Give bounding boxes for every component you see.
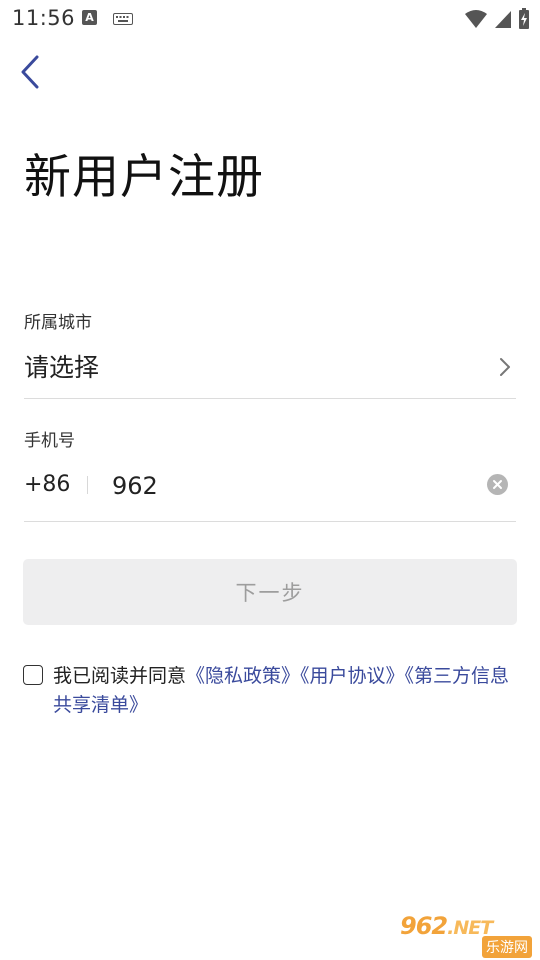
battery-icon [518, 8, 530, 34]
clear-icon [493, 480, 502, 489]
phone-label: 手机号 [24, 431, 75, 451]
next-button[interactable]: 下一步 [23, 559, 517, 625]
signal-icon [494, 9, 512, 33]
agreement-text: 我已阅读并同意《隐私政策》《用户协议》《第三方信息共享清单》 [53, 662, 518, 720]
watermark-logo: 962.NET 乐游网 [400, 912, 534, 958]
accessibility-icon: A [82, 10, 97, 25]
back-button[interactable] [10, 50, 50, 94]
agree-checkbox[interactable] [23, 665, 43, 685]
back-arrow-icon [21, 55, 39, 89]
clear-button[interactable] [487, 474, 508, 495]
keyboard-icon [113, 11, 133, 30]
phone-input[interactable] [112, 466, 472, 506]
privacy-policy-link[interactable]: 《隐私政策》 [186, 665, 300, 687]
phone-field: +86 [24, 462, 516, 522]
chevron-right-icon [498, 356, 512, 382]
user-agreement-link[interactable]: 《用户协议》 [300, 665, 405, 687]
page-title: 新用户注册 [24, 150, 264, 205]
divider [87, 476, 88, 494]
agreement-prefix: 我已阅读并同意 [53, 665, 187, 687]
wifi-icon [464, 9, 488, 33]
watermark-number: 962 [400, 912, 448, 940]
country-code[interactable]: +86 [24, 472, 70, 497]
status-time: 11:56 [12, 6, 76, 30]
city-select[interactable]: 请选择 [24, 342, 516, 399]
city-label: 所属城市 [24, 313, 92, 333]
city-value: 请选择 [24, 353, 100, 382]
status-bar: 11:56 A [0, 0, 540, 36]
watermark-site: 乐游网 [482, 936, 532, 958]
